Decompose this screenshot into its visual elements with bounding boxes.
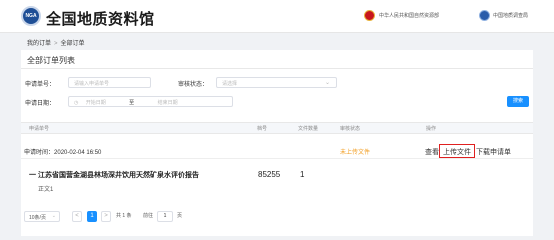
order-time-label: 申请时间：: [24, 150, 55, 156]
col-status: 审核状态: [340, 126, 361, 132]
end-date-placeholder: 结束日期: [157, 100, 178, 106]
col-file-count: 文件数量: [298, 126, 319, 132]
order-no-placeholder: 请输入申请单号: [74, 81, 110, 87]
document-subtitle: 正文1: [38, 187, 54, 193]
prev-page-button[interactable]: <: [72, 211, 82, 222]
view-link[interactable]: 查看: [425, 147, 439, 157]
upload-highlight-box: [439, 144, 475, 158]
search-button[interactable]: 搜索: [507, 96, 529, 107]
col-archive-no: 档号: [257, 126, 268, 132]
chevron-down-icon: ⌄: [51, 213, 56, 219]
archive-number: 85255: [258, 170, 281, 179]
chevron-down-icon: ⌄: [324, 80, 330, 86]
top-header: NGA 全国地质资料馆 中华人民共和国自然资源部 中国地质调查局: [0, 0, 554, 33]
page-size-value: 10条/页: [29, 215, 46, 221]
breadcrumb-my-orders[interactable]: 我的订单: [27, 41, 51, 47]
card-title: 全部订单列表: [21, 50, 533, 69]
next-page-button[interactable]: >: [101, 211, 111, 222]
order-time-value: 2020-02-04 16:50: [54, 150, 102, 156]
site-logo[interactable]: NGA: [21, 6, 41, 26]
file-count: 1: [300, 170, 305, 179]
range-separator: 至: [129, 100, 135, 106]
status-select[interactable]: 请选择 ⌄: [216, 77, 337, 88]
total-count: 共 1 条: [116, 213, 132, 219]
clock-icon: ◷: [74, 100, 79, 106]
national-emblem-icon: [364, 10, 375, 21]
order-time: 申请时间：2020-02-04 16:50: [24, 147, 101, 156]
date-range-picker[interactable]: ◷ 开始日期 至 结束日期: [68, 96, 233, 107]
orders-card: 全部订单列表 申请单号： 请输入申请单号 审核状态： 请选择 ⌄ 申请日期： ◷…: [21, 50, 533, 236]
col-order-no: 申请单号: [29, 126, 50, 132]
ministry-link[interactable]: 中华人民共和国自然资源部: [379, 12, 439, 19]
status-badge: 未上传文件: [340, 150, 371, 156]
col-actions: 操作: [426, 126, 437, 132]
download-application-link[interactable]: 下载申请单: [476, 147, 511, 157]
document-title[interactable]: 一 江苏省国营金湖县林场深井饮用天然矿泉水评价报告: [29, 170, 199, 180]
page-number-current[interactable]: 1: [87, 211, 97, 222]
page-unit: 页: [177, 213, 183, 219]
breadcrumb: 我的订单 > 全部订单: [27, 38, 85, 47]
table-header: 申请单号 档号 文件数量 审核状态 操作: [21, 122, 533, 134]
cgs-logo-icon: [479, 10, 490, 21]
cgs-link[interactable]: 中国地质调查局: [493, 12, 528, 19]
order-no-input[interactable]: 请输入申请单号: [68, 77, 151, 88]
date-label: 申请日期：: [25, 101, 56, 107]
breadcrumb-current: 全部订单: [60, 41, 85, 47]
start-date-placeholder: 开始日期: [85, 100, 106, 106]
order-no-label: 申请单号：: [25, 82, 56, 88]
breadcrumb-separator: >: [54, 41, 58, 47]
goto-page-input[interactable]: 1: [157, 211, 173, 222]
status-label: 审核状态：: [178, 82, 209, 88]
page-size-select[interactable]: 10条/页 ⌄: [24, 211, 60, 222]
goto-label: 前往: [143, 213, 154, 219]
status-placeholder: 请选择: [222, 81, 238, 87]
site-title[interactable]: 全国地质资料馆: [46, 8, 155, 29]
